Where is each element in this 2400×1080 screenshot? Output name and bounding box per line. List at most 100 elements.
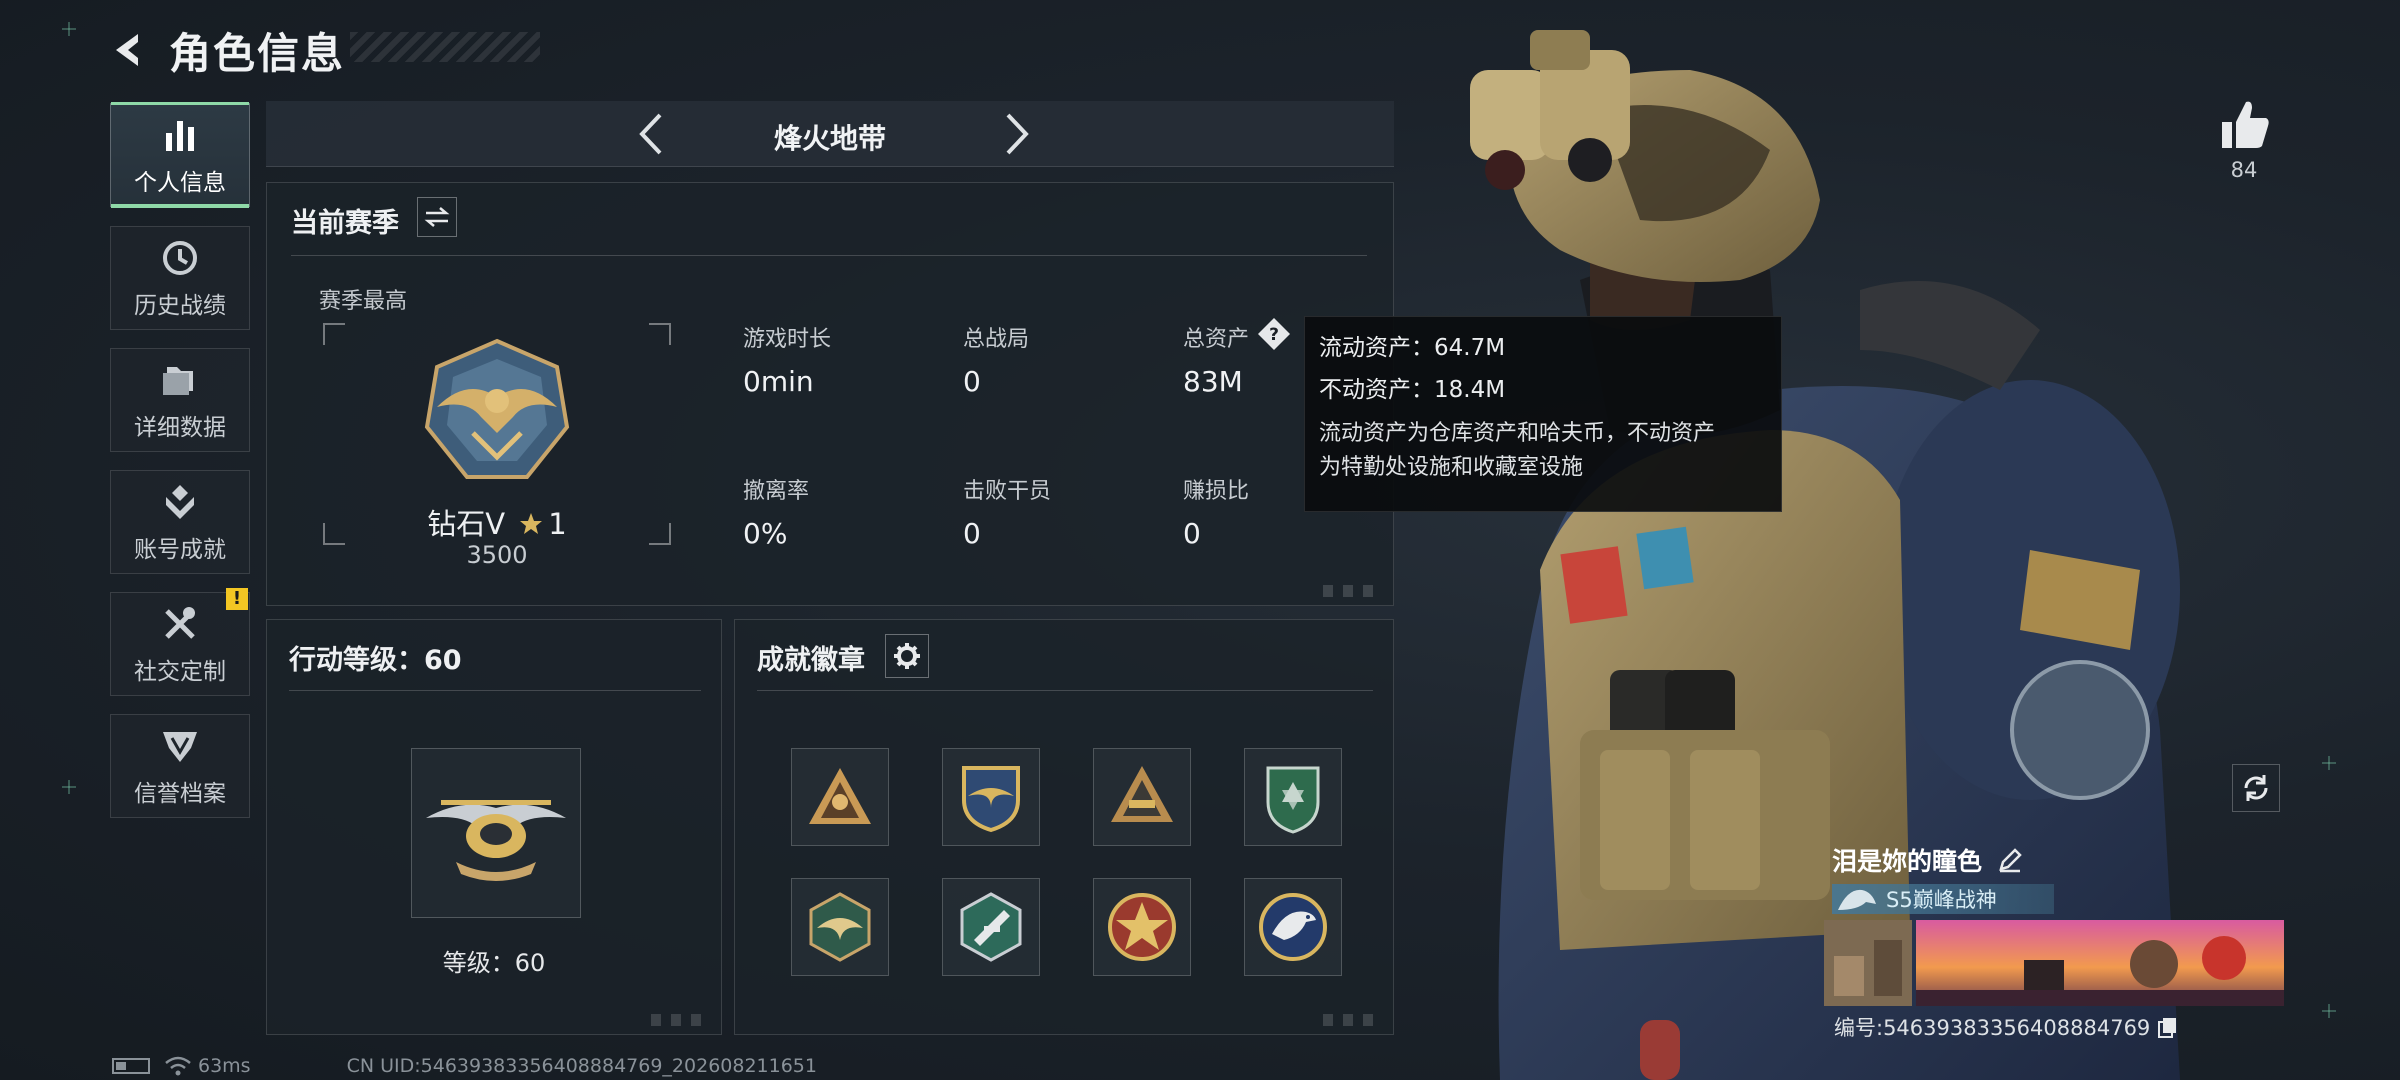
stat-total-assets: 总资产 83M (1183, 321, 1249, 398)
copy-icon[interactable] (2156, 1015, 2180, 1039)
medal-slot[interactable] (1093, 748, 1191, 846)
sidebar-item-label: 个人信息 (134, 170, 226, 196)
achievement-settings-button[interactable] (885, 634, 929, 678)
rank-name-text: 钻石V (427, 507, 506, 541)
season-panel: 当前赛季 赛季最高 钻石V 1 3500 游戏时长 0min 总战局 0 总资产… (266, 182, 1394, 606)
sidebar-item-label: 账号成就 (134, 537, 226, 563)
sidebar-item-achievements[interactable]: 账号成就 (110, 470, 250, 574)
star-icon (520, 513, 543, 534)
rank-star-count: 1 (548, 507, 567, 541)
triangle-squad-medal-icon (809, 768, 871, 824)
achievement-badges-panel: 成就徽章 (734, 619, 1394, 1035)
folder-icon (158, 358, 202, 402)
mode-title: 烽火地带 (773, 122, 886, 155)
credit-shield-icon (158, 724, 202, 768)
level-caption: 等级：60 (442, 949, 546, 977)
battery-icon (112, 1058, 150, 1074)
stat-operators-defeated: 击败干员 0 (963, 473, 1051, 550)
stat-label: 总战局 (963, 327, 1030, 352)
sidebar-item-label: 信誉档案 (134, 781, 226, 807)
winged-hex-medal-icon (809, 892, 871, 962)
eagle-shield-medal-icon (962, 766, 1020, 833)
medal-slot[interactable] (791, 748, 889, 846)
tools-icon (158, 602, 202, 646)
history-clock-icon (158, 236, 202, 280)
achievement-icon (158, 480, 202, 524)
stat-value: 0min (743, 365, 814, 398)
achievements-title: 成就徽章 (757, 645, 865, 676)
help-icon[interactable]: ? (1257, 317, 1291, 351)
panel-decor (1323, 585, 1383, 597)
divider (291, 255, 1367, 256)
tooltip-description: 流动资产为仓库资产和哈夫币，不动资产 为特勤处设施和收藏室设施 (1319, 417, 1767, 485)
medal-slot[interactable] (1093, 878, 1191, 976)
back-button[interactable] (105, 27, 151, 73)
edit-name-button[interactable] (1994, 844, 2026, 876)
back-arrow-icon (116, 34, 138, 66)
refresh-icon (2244, 775, 2268, 801)
operation-level-panel: 行动等级：60 等级：60 (266, 619, 722, 1035)
mode-next-button[interactable] (992, 109, 1042, 159)
rank-points: 3500 (466, 541, 528, 569)
decor-cross (62, 780, 76, 794)
thumbs-up-icon[interactable] (2216, 96, 2274, 154)
stat-value: 0 (1183, 517, 1201, 550)
bar-chart-icon (158, 113, 202, 157)
medal-slot[interactable] (1244, 748, 1342, 846)
sidebar-item-detailed-data[interactable]: 详细数据 (110, 348, 250, 452)
medal-slot[interactable] (942, 748, 1040, 846)
stat-play-time: 游戏时长 0min (743, 321, 831, 398)
player-uid-row: 编号:5463938335640888476​9 (1834, 1012, 2180, 1042)
sidebar-item-credit-profile[interactable]: 信誉档案 (110, 714, 250, 818)
player-name: 泪是妳的瞳色 (1832, 847, 1983, 876)
medal-slot[interactable] (791, 878, 889, 976)
frame-corner (649, 323, 671, 345)
triangle-badge-medal-icon (1111, 766, 1173, 822)
season-best-label: 赛季最高 (319, 289, 408, 314)
wifi-icon (165, 1056, 191, 1076)
helicopter-emblem-icon (426, 800, 566, 881)
level-title: 行动等级：60 (289, 645, 462, 676)
rank-name: 钻石V 1 (323, 501, 671, 543)
stat-value: 0% (743, 517, 788, 550)
gear-icon (894, 643, 920, 669)
stat-label: 总资产 (1183, 327, 1250, 352)
panel-decor (1323, 1014, 1383, 1026)
swap-icon (424, 207, 450, 227)
medal-slot[interactable] (942, 878, 1040, 976)
sidebar-item-personal-info[interactable]: 个人信息 (110, 102, 250, 208)
player-uid: 编号:5463938335640888476​9 (1834, 1016, 2151, 1040)
svg-text:?: ? (1269, 325, 1279, 345)
decor-cross (62, 22, 76, 36)
decor-cross (2322, 756, 2336, 770)
player-title: S5巅峰战神 (1886, 888, 1997, 912)
sidebar-item-label: 历史战绩 (134, 293, 226, 319)
red-star-medal-icon (1108, 893, 1176, 961)
page-title: 角色信息 (169, 28, 346, 78)
stat-value: 0 (963, 517, 981, 550)
player-banner[interactable] (1824, 920, 2284, 1006)
sidebar-item-history[interactable]: 历史战绩 (110, 226, 250, 330)
stat-profit-ratio: 赚损比 0 (1183, 473, 1249, 550)
tooltip-liquid-assets: 流动资产：64.7M (1319, 335, 1506, 361)
mode-selector: 烽火地带 (266, 101, 1394, 167)
stat-value: 83M (1183, 365, 1243, 398)
notification-badge: ! (226, 588, 248, 610)
stat-label: 击败干员 (963, 479, 1052, 504)
eagle-round-medal-icon (1259, 893, 1327, 961)
frame-corner (323, 323, 345, 345)
green-shield-medal-icon (1266, 766, 1320, 834)
divider (289, 690, 701, 691)
tooltip-description-line: 流动资产为仓库资产和哈夫币，不动资产 (1319, 421, 1716, 446)
tooltip-fixed-assets: 不动资产：18.4M (1319, 377, 1506, 403)
level-badge[interactable] (411, 748, 581, 918)
panel-decor (651, 1014, 711, 1026)
stat-total-matches: 总战局 0 (963, 321, 1029, 398)
diamond-rank-emblem-icon (424, 338, 570, 479)
status-footer: 63ms CN UID:5463938335640888476​9_202608… (112, 1055, 817, 1077)
medal-slot[interactable] (1244, 878, 1342, 976)
rotate-model-button[interactable] (2232, 764, 2280, 812)
season-switch-button[interactable] (417, 197, 457, 237)
sidebar-item-label: 社交定制 (134, 659, 226, 685)
stat-extraction-rate: 撤离率 0% (743, 473, 809, 550)
